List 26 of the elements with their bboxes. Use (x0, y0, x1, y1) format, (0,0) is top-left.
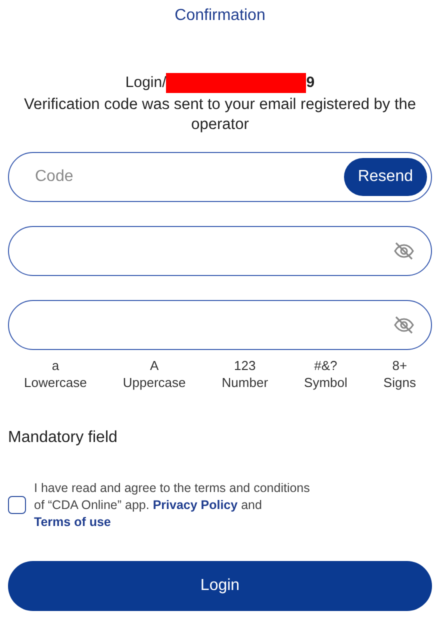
hint-symbol: a (52, 358, 60, 376)
hint-symbol: A (150, 358, 159, 376)
code-field[interactable]: Code Resend (8, 152, 432, 202)
password-field[interactable] (8, 226, 432, 276)
agreement-checkbox[interactable] (8, 496, 26, 514)
hint-label: Number (222, 375, 268, 392)
terms-of-use-link[interactable]: Terms of use (34, 514, 111, 529)
hint-symbol: #&? (314, 358, 338, 376)
hint-label: Uppercase (122, 375, 186, 392)
mandatory-note: Mandatory field (8, 428, 118, 448)
login-label: Login/ (125, 73, 166, 93)
hint-label: Symbol (304, 375, 348, 392)
hint-label: Signs (383, 375, 416, 392)
agreement-text: I have read and agree to the terms and conditions of “CDA Online” app. Privacy Policy and Terms of use (34, 480, 311, 531)
login-suffix: 9 (306, 73, 315, 93)
hint-symbol: 123 (234, 358, 256, 376)
page-title: Confirmation (174, 7, 266, 24)
hide-password-icon[interactable] (393, 242, 415, 260)
resend-button[interactable]: Resend (344, 158, 427, 196)
password-field[interactable] (8, 300, 432, 350)
privacy-policy-link[interactable]: Privacy Policy (152, 498, 238, 512)
hint-symbol: 8+ (392, 358, 408, 376)
hide-password-icon[interactable] (393, 316, 415, 334)
verification-message: Verification code was sent to your email registered by the operator (22, 94, 417, 136)
login-button[interactable]: Login (8, 560, 432, 611)
hint-label: Lowercase (24, 375, 87, 392)
